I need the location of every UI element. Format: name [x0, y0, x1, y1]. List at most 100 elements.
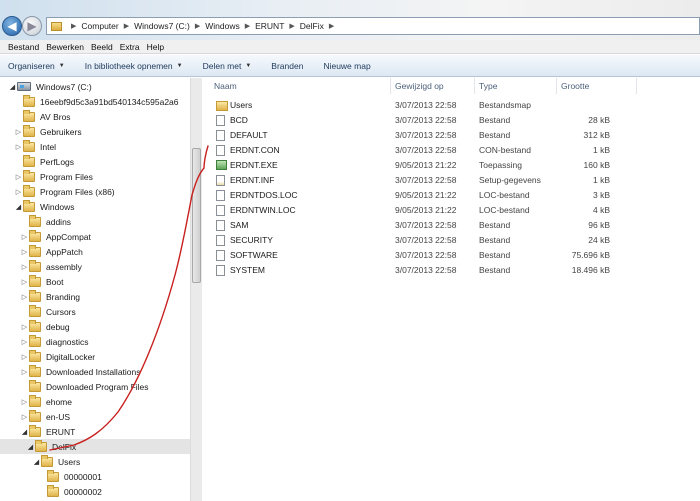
tree-item[interactable]: ▷ DigitalLocker [0, 349, 190, 364]
tree-item[interactable]: ▷ AppCompat [0, 229, 190, 244]
tree-item[interactable]: ▷ Gebruikers [0, 124, 190, 139]
organize-button[interactable]: Organiseren ▼ [8, 61, 65, 71]
file-row[interactable]: SOFTWARE 3/07/2013 22:58 Bestand 75.696 kB [204, 248, 700, 263]
file-icon [216, 145, 225, 156]
menu-beeld[interactable]: Beeld [91, 42, 113, 52]
file-row[interactable]: Users 3/07/2013 22:58 Bestandsmap [204, 98, 700, 113]
chevron-right-icon[interactable]: ▶ [124, 22, 129, 30]
expand-arrow-icon[interactable]: ▷ [20, 233, 29, 241]
file-row[interactable]: DEFAULT 3/07/2013 22:58 Bestand 312 kB [204, 128, 700, 143]
tree-scrollbar[interactable] [190, 78, 202, 501]
expand-arrow-icon[interactable]: ▷ [14, 143, 23, 151]
menu-extra[interactable]: Extra [120, 42, 140, 52]
file-row[interactable]: BCD 3/07/2013 22:58 Bestand 28 kB [204, 113, 700, 128]
breadcrumb-windows[interactable]: Windows [205, 21, 239, 31]
tree-item[interactable]: Downloaded Program Files [0, 379, 190, 394]
expand-arrow-icon[interactable]: ▷ [20, 248, 29, 256]
file-row[interactable]: ERDNT.INF 3/07/2013 22:58 Setup-gegevens 1 … [204, 173, 700, 188]
breadcrumb-computer[interactable]: Computer [81, 21, 118, 31]
menu-bestand[interactable]: Bestand [8, 42, 39, 52]
chevron-right-icon[interactable]: ▶ [329, 22, 334, 30]
expand-arrow-icon[interactable]: ▷ [20, 263, 29, 271]
tree-item[interactable]: ▷ Boot [0, 274, 190, 289]
share-with-button[interactable]: Delen met ▼ [203, 61, 252, 71]
breadcrumb-drive[interactable]: Windows7 (C:) [134, 21, 190, 31]
tree-item[interactable]: ▷ AppPatch [0, 244, 190, 259]
file-row[interactable]: SYSTEM 3/07/2013 22:58 Bestand 18.496 kB [204, 263, 700, 278]
folder-icon [29, 364, 41, 377]
expand-arrow-icon[interactable]: ▷ [20, 368, 29, 376]
column-header-date[interactable]: Gewijzigd op [391, 78, 475, 94]
back-arrow-icon[interactable]: ◀ [2, 16, 22, 36]
folder-icon [23, 199, 35, 212]
tree-item[interactable]: 00000002 [0, 484, 190, 499]
tree-item[interactable]: ◢ Users [0, 454, 190, 469]
collapse-arrow-icon[interactable]: ◢ [14, 203, 23, 211]
expand-arrow-icon[interactable]: ▷ [20, 353, 29, 361]
collapse-arrow-icon[interactable]: ◢ [8, 83, 17, 91]
expand-arrow-icon[interactable]: ▷ [20, 413, 29, 421]
menu-help[interactable]: Help [147, 42, 164, 52]
folder-icon [47, 484, 59, 497]
new-folder-button[interactable]: Nieuwe map [323, 61, 370, 71]
tree-item[interactable]: ▷ ehome [0, 394, 190, 409]
tree-item[interactable]: ▷ Branding [0, 289, 190, 304]
breadcrumb-erunt[interactable]: ERUNT [255, 21, 284, 31]
expand-arrow-icon[interactable]: ▷ [20, 323, 29, 331]
chevron-right-icon[interactable]: ▶ [195, 22, 200, 30]
tree-item-label: assembly [46, 261, 82, 272]
tree-item[interactable]: ▷ Intel [0, 139, 190, 154]
tree-item[interactable]: ▷ diagnostics [0, 334, 190, 349]
chevron-right-icon[interactable]: ▶ [71, 22, 76, 30]
column-header-size[interactable]: Grootte [557, 78, 637, 94]
expand-arrow-icon[interactable]: ▷ [20, 338, 29, 346]
address-bar[interactable]: ▶ Computer ▶ Windows7 (C:) ▶ Windows ▶ E… [46, 17, 700, 35]
burn-button[interactable]: Branden [271, 61, 303, 71]
tree-item[interactable]: 16eebf9d5c3a91bd540134c595a2a6 [0, 94, 190, 109]
expand-arrow-icon[interactable]: ▷ [14, 128, 23, 136]
tree-item[interactable]: ▷ Program Files (x86) [0, 184, 190, 199]
include-in-library-button[interactable]: In bibliotheek opnemen ▼ [85, 61, 183, 71]
file-row[interactable]: ERDNT.CON 3/07/2013 22:58 CON-bestand 1 kB [204, 143, 700, 158]
tree-item[interactable]: ◢ DelFix [0, 439, 190, 454]
tree-item[interactable]: ▷ Program Files [0, 169, 190, 184]
chevron-right-icon[interactable]: ▶ [245, 22, 250, 30]
collapse-arrow-icon[interactable]: ◢ [26, 443, 35, 451]
forward-arrow-icon[interactable]: ▶ [22, 16, 42, 36]
folder-icon [47, 469, 59, 482]
expand-arrow-icon[interactable]: ▷ [20, 278, 29, 286]
file-row[interactable]: SAM 3/07/2013 22:58 Bestand 96 kB [204, 218, 700, 233]
menu-bewerken[interactable]: Bewerken [46, 42, 84, 52]
tree-item[interactable]: ◢ ERUNT [0, 424, 190, 439]
expand-arrow-icon[interactable]: ▷ [20, 398, 29, 406]
tree-item[interactable]: ▷ assembly [0, 259, 190, 274]
tree-item[interactable]: addins [0, 214, 190, 229]
tree-item[interactable]: Cursors [0, 304, 190, 319]
file-date: 9/05/2013 21:22 [395, 190, 457, 200]
tree-item[interactable]: ▷ debug [0, 319, 190, 334]
collapse-arrow-icon[interactable]: ◢ [32, 458, 41, 466]
column-header-type[interactable]: Type [475, 78, 557, 94]
expand-arrow-icon[interactable]: ▷ [14, 188, 23, 196]
share-label: Delen met [202, 60, 242, 71]
tree-item[interactable]: ◢ Windows7 (C:) [0, 79, 190, 94]
expand-arrow-icon[interactable]: ▷ [20, 293, 29, 301]
column-header-name[interactable]: Naam [204, 78, 391, 94]
tree-item[interactable]: ▷ Downloaded Installations [0, 364, 190, 379]
folder-icon [29, 319, 41, 332]
breadcrumb-delfix[interactable]: DelFix [300, 21, 324, 31]
file-row[interactable]: ERDNT.EXE 9/05/2013 21:22 Toepassing 160 kB [204, 158, 700, 173]
tree-item[interactable]: ▷ en-US [0, 409, 190, 424]
file-row[interactable]: ERDNTDOS.LOC 9/05/2013 21:22 LOC-bestand 3 … [204, 188, 700, 203]
tree-item[interactable]: 00000001 [0, 469, 190, 484]
tree-item[interactable]: AV Bros [0, 109, 190, 124]
file-row[interactable]: SECURITY 3/07/2013 22:58 Bestand 24 kB [204, 233, 700, 248]
tree-scrollbar-thumb[interactable] [192, 148, 201, 283]
file-row[interactable]: ERDNTWIN.LOC 9/05/2013 21:22 LOC-bestand 4 … [204, 203, 700, 218]
expand-arrow-icon[interactable]: ▷ [14, 173, 23, 181]
chevron-right-icon[interactable]: ▶ [289, 22, 294, 30]
tree-item[interactable]: ◢ Windows [0, 199, 190, 214]
collapse-arrow-icon[interactable]: ◢ [20, 428, 29, 436]
tree-item[interactable]: PerfLogs [0, 154, 190, 169]
file-size: 1 kB [592, 145, 610, 155]
